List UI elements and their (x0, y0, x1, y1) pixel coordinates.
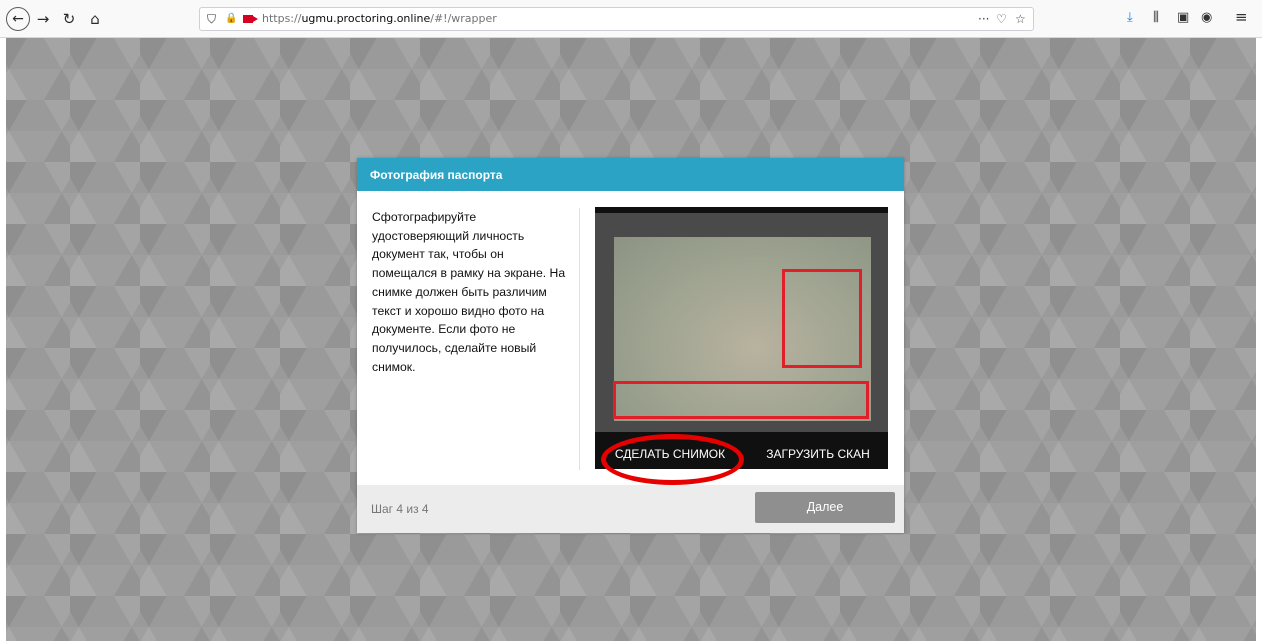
next-button[interactable]: Далее (755, 492, 895, 523)
url-scheme: https:// (262, 12, 302, 25)
url-text[interactable]: https://ugmu.proctoring.online/#!/wrappe… (262, 12, 497, 25)
hamburger-menu-icon[interactable]: ≡ (1235, 8, 1248, 26)
dialog-footer: Шаг 4 из 4 Далее (357, 485, 904, 533)
upload-scan-button[interactable]: ЗАГРУЗИТЬ СКАН (752, 440, 884, 469)
library-icon[interactable]: ⫼ (1153, 10, 1159, 25)
address-bar[interactable]: ⛉ 🔒 https://ugmu.proctoring.online/#!/wr… (199, 7, 1034, 31)
lock-icon[interactable]: 🔒 (225, 13, 237, 24)
tracking-protection-icon[interactable]: ⛉ (207, 12, 216, 27)
browser-toolbar: ← → ↻ ⌂ ⛉ 🔒 https://ugmu.proctoring.onli… (0, 0, 1262, 38)
camera-preview: СДЕЛАТЬ СНИМОК ЗАГРУЗИТЬ СКАН (595, 207, 888, 469)
dialog-header: Фотография паспорта (357, 158, 904, 191)
vertical-divider (579, 208, 580, 470)
page-edge-right (1256, 38, 1262, 641)
sidebar-icon[interactable]: ▣ (1177, 10, 1189, 25)
url-host: ugmu.proctoring.online (301, 12, 431, 25)
forward-arrow-icon[interactable]: → (32, 8, 54, 30)
take-photo-button[interactable]: СДЕЛАТЬ СНИМОК (601, 440, 739, 469)
pocket-icon[interactable]: ♡ (996, 12, 1007, 26)
text-guide-frame (613, 381, 869, 419)
dialog-title: Фотография паспорта (370, 168, 503, 182)
video-feed (595, 213, 888, 432)
url-path: /#!/wrapper (430, 12, 497, 25)
camera-buttons: СДЕЛАТЬ СНИМОК ЗАГРУЗИТЬ СКАН (595, 440, 888, 469)
more-actions-icon[interactable]: ··· (978, 12, 989, 26)
instructions-text: Сфотографируйте удостоверяющий личность … (372, 210, 566, 374)
reload-icon[interactable]: ↻ (58, 8, 80, 30)
downloads-icon[interactable]: ⤓ (1127, 10, 1133, 25)
account-icon[interactable]: ◉ (1201, 10, 1212, 25)
photo-guide-frame (782, 269, 862, 368)
camera-sharing-icon[interactable] (243, 15, 258, 23)
passport-photo-dialog: Фотография паспорта Сфотографируйте удос… (357, 158, 904, 533)
bookmark-star-icon[interactable]: ☆ (1015, 12, 1026, 26)
page-edge-left (0, 38, 6, 641)
step-indicator: Шаг 4 из 4 (371, 502, 429, 516)
home-icon[interactable]: ⌂ (84, 8, 106, 30)
back-arrow-icon[interactable]: ← (6, 7, 30, 31)
